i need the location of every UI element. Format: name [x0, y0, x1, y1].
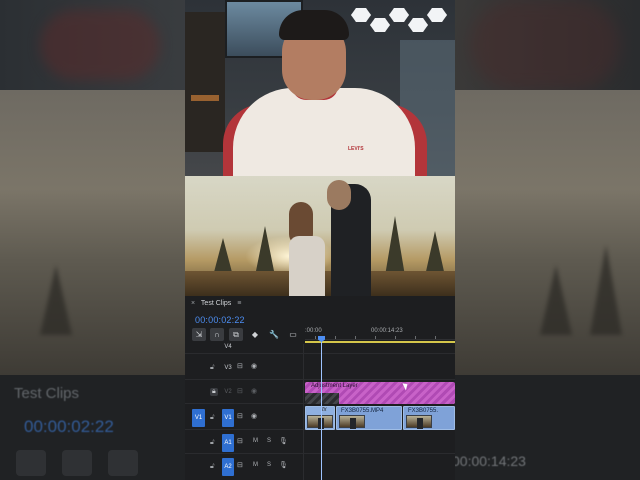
work-area-bar[interactable]	[305, 341, 455, 343]
sync-lock-icon[interactable]: ⊟	[237, 437, 243, 445]
track-label[interactable]: A1	[222, 434, 234, 452]
track-a2: 🔓︎ A2 ⊟ M S 🎙︎	[185, 456, 455, 478]
video-clip[interactable]: FX3B0755.MP4	[336, 406, 402, 430]
blurred-timecode: 00:00:02:22	[24, 417, 114, 436]
close-icon[interactable]: ×	[191, 300, 195, 307]
ruler-tick	[355, 336, 356, 339]
clip-thumbnail	[307, 415, 333, 429]
lock-icon[interactable]: 🔓︎	[210, 439, 215, 447]
woman-dress	[289, 236, 325, 296]
webcam-feed: LEVI'S	[185, 0, 455, 176]
man-head	[327, 180, 351, 210]
eye-icon[interactable]: ◉	[251, 362, 257, 370]
panel-header: × Test Clips ≡	[191, 300, 241, 307]
sync-lock-icon[interactable]: ⊟	[237, 461, 243, 469]
playhead-timecode[interactable]: 00:00:02:22	[195, 315, 245, 325]
track-label[interactable]: A2	[222, 458, 234, 476]
solo-button[interactable]: S	[267, 462, 271, 468]
lock-icon[interactable]: 🔓︎	[210, 414, 215, 422]
clip-thumbnail	[406, 415, 432, 429]
timeline-panel: × Test Clips ≡ 00:00:02:22 ⇲ ∩ ⧉ ◆ 🔧 ▭ :…	[185, 296, 455, 480]
ruler-end-label: 00:00:14:23	[371, 328, 403, 334]
blurred-tool-icon	[16, 450, 46, 476]
time-ruler[interactable]: :00:00 00:00:14:23	[305, 326, 455, 340]
lock-icon[interactable]: 🔒︎	[210, 388, 218, 396]
track-v3: 🔓︎ V3 ⊟ ◉	[185, 356, 455, 380]
clip-label: FX3B0755.MP4	[341, 408, 384, 414]
ruler-tick	[315, 336, 316, 339]
hexagon-light	[408, 18, 428, 32]
linked-selection-icon[interactable]: ⧉	[229, 328, 243, 341]
blurred-tree	[40, 265, 72, 335]
wrench-settings-icon[interactable]: 🔧	[267, 328, 281, 341]
clip-label: FX3B0755.	[408, 408, 439, 414]
pine-tree	[255, 226, 275, 276]
blurred-shape	[470, 0, 620, 90]
shelf	[185, 12, 225, 152]
captions-icon[interactable]: ▭	[286, 328, 300, 341]
add-marker-icon[interactable]: ◆	[248, 328, 262, 341]
clip-thumbnail	[339, 415, 365, 429]
eye-icon[interactable]: ◉	[251, 412, 257, 420]
sync-lock-icon[interactable]: ⊟	[237, 362, 243, 370]
video-clip[interactable]: fx	[305, 406, 335, 430]
track-label[interactable]: V2	[222, 389, 234, 395]
ruler-tick	[435, 336, 436, 339]
lock-icon[interactable]: 🔓︎	[210, 463, 215, 471]
track-v4: V4	[185, 344, 455, 354]
blurred-shape	[40, 10, 160, 80]
hexagon-light	[389, 8, 409, 22]
track-label[interactable]: V4	[222, 344, 234, 350]
program-monitor-preview	[185, 176, 455, 296]
pine-tree	[425, 231, 445, 276]
playhead-line[interactable]	[321, 336, 322, 480]
panel-menu-icon[interactable]: ≡	[237, 300, 241, 307]
video-clip[interactable]: FX3B0755.	[403, 406, 455, 430]
snap-magnet-icon[interactable]: ∩	[210, 328, 224, 341]
track-a1: 🔓︎ A1 ⊟ M S 🎙︎	[185, 432, 455, 454]
track-label[interactable]: V3	[222, 365, 234, 371]
ruler-tick	[375, 336, 376, 339]
thumbnail-figure	[417, 418, 423, 429]
adjustment-layer-gap	[305, 393, 339, 404]
center-column: LEVI'S × Test Clips ≡ 00:00:02:22 ⇲ ∩ ⧉ …	[185, 0, 455, 480]
microphone-icon[interactable]: 🎙︎	[279, 437, 288, 445]
thumbnail-figure	[350, 418, 356, 429]
sync-lock-icon[interactable]: ⊟	[237, 387, 243, 395]
lock-icon[interactable]: 🔓︎	[210, 364, 215, 372]
sequence-tab-title[interactable]: Test Clips	[201, 300, 231, 307]
hexagon-light	[351, 8, 371, 22]
blurred-ruler-timecode: 00:00:14:23	[452, 453, 526, 469]
hexagon-light	[427, 8, 447, 22]
hexagon-light	[370, 18, 390, 32]
blurred-panel-title: Test Clips	[14, 385, 80, 402]
ruler-tick	[415, 336, 416, 339]
blurred-tree	[540, 265, 572, 335]
ruler-start-label: :00:00	[305, 328, 322, 334]
blurred-tool-icon	[62, 450, 92, 476]
blurred-toolbar	[16, 450, 166, 476]
microphone-icon[interactable]: 🎙︎	[279, 461, 288, 469]
person-torso	[233, 88, 415, 176]
clip-label: Adjustment Layer	[311, 383, 358, 389]
mute-button[interactable]: M	[253, 462, 258, 468]
shirt-logo: LEVI'S	[348, 146, 364, 152]
ruler-tick	[335, 336, 336, 339]
pine-tree	[385, 216, 405, 276]
mute-button[interactable]: M	[253, 438, 258, 444]
shelf-light	[191, 95, 219, 101]
solo-button[interactable]: S	[267, 438, 271, 444]
sync-lock-icon[interactable]: ⊟	[237, 412, 243, 420]
source-patch-v1[interactable]: V1	[192, 409, 205, 427]
insert-sequence-icon[interactable]: ⇲	[192, 328, 206, 341]
ruler-tick	[395, 336, 396, 339]
screen: Test Clips 00:00:02:22 00:00:14:23 LEVI'…	[0, 0, 640, 480]
fx-badge: fx	[322, 407, 327, 413]
blurred-tree	[590, 245, 622, 335]
blurred-tool-icon	[108, 450, 138, 476]
eye-icon[interactable]: ◉	[251, 387, 257, 395]
track-label[interactable]: V1	[222, 409, 234, 427]
person-hair	[279, 10, 349, 40]
